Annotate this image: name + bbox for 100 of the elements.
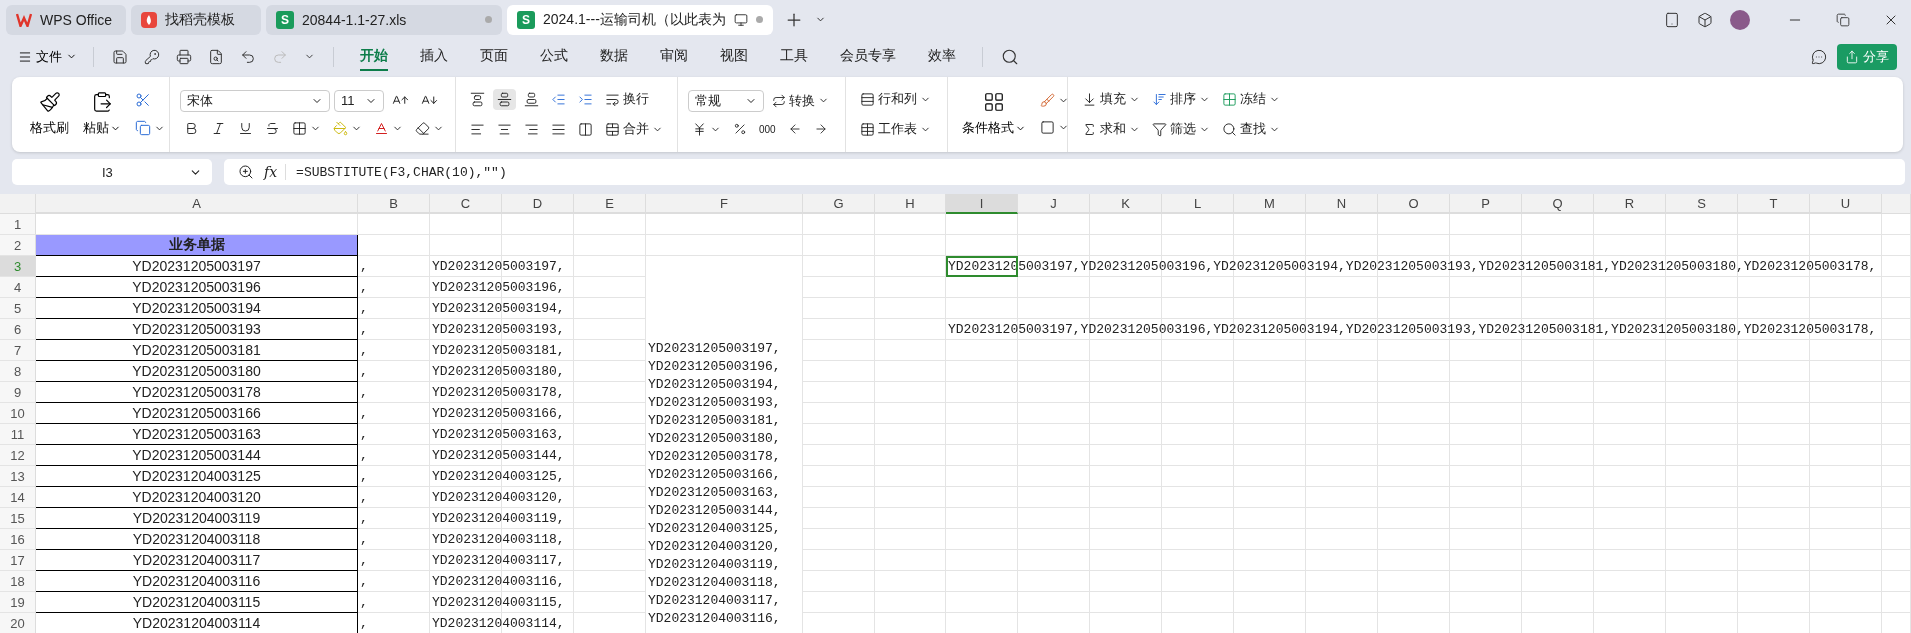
sort-button[interactable]: 排序 [1148,87,1214,112]
row-header[interactable]: 15 [0,508,36,530]
table-cell: , [358,487,430,509]
formula-text: =SUBSTITUTE(F3,CHAR(10),"") [296,164,507,180]
cell-text-line: YD20231205003196, [647,358,782,377]
sum-button[interactable]: 求和 [1078,117,1144,142]
document-tab[interactable]: S 20844-1.1-27.xls [266,4,502,35]
font-size-select[interactable]: 11 [334,89,384,112]
ribbon-tab[interactable]: 审阅 [660,42,688,71]
convert-button[interactable]: 转换 [768,88,833,113]
file-menu[interactable]: 文件 [14,45,81,68]
table-cell: YD20231205003194, [430,298,574,320]
table-cell: YD20231205003197, [430,256,574,278]
column-header[interactable]: U [1810,194,1882,215]
function-label[interactable]: fx [264,164,287,181]
conditional-format-button[interactable]: 条件格式 [958,89,1030,140]
row-header[interactable]: 11 [0,424,36,446]
row-header[interactable]: 14 [0,487,36,509]
row-header[interactable]: 12 [0,445,36,467]
font-name-select[interactable]: 宋体 [180,89,330,112]
ribbon-tab[interactable]: 插入 [420,42,448,71]
table-cell: , [358,571,430,593]
ribbon-tab[interactable]: 页面 [480,42,508,71]
row-header[interactable]: 6 [0,319,36,341]
cell-text-line: YD20231204003116, [647,610,782,629]
freeze-button[interactable]: 冻结 [1218,87,1284,112]
table-cell: , [358,340,430,362]
table-cell: YD20231205003180, [430,361,574,383]
column-header[interactable]: P [1450,194,1522,215]
name-box[interactable]: I3 [12,159,212,186]
cell-text-line: YD20231205003178, [647,448,782,467]
column-header[interactable]: F [646,194,803,215]
wrap-text-button[interactable]: 换行 [601,87,653,112]
document-tab[interactable]: S 2024.1---运输司机（以此表为 [507,4,773,35]
rows-columns-button[interactable]: 行和列 [856,87,935,112]
format-painter-button[interactable]: 格式刷 [26,89,73,140]
ribbon-tab[interactable]: 开始 [360,42,388,71]
row-header[interactable]: 9 [0,382,36,404]
find-button[interactable]: 查找 [1218,117,1284,142]
ribbon-tab[interactable]: 数据 [600,42,628,71]
cell-text-line: YD20231205003197, [647,340,782,359]
table-cell: YD20231204003115 [36,592,358,614]
ribbon-tab[interactable]: 视图 [720,42,748,71]
row-header[interactable]: 1 [0,214,36,236]
column-header[interactable]: K [1090,194,1162,215]
column-header[interactable]: T [1738,194,1810,215]
table-cell: YD20231204003118 [36,529,358,551]
document-tab[interactable]: 找稻壳模板 [131,4,261,35]
ribbon-tab[interactable]: 工具 [780,42,808,71]
row-header[interactable]: 5 [0,298,36,320]
row-header[interactable]: 19 [0,592,36,614]
row-header[interactable]: 18 [0,571,36,593]
row-header[interactable]: 20 [0,613,36,633]
column-header[interactable]: A [36,194,358,215]
column-header[interactable]: H [875,194,946,215]
row-header[interactable]: 10 [0,403,36,425]
merge-button[interactable]: 合并 [601,117,667,142]
table-cell: YD20231204003117 [36,550,358,572]
paste-button[interactable]: 粘贴 [79,89,125,140]
document-tab[interactable]: WPS Office [6,4,126,35]
row-header[interactable]: 4 [0,277,36,299]
column-header[interactable]: Q [1522,194,1594,215]
column-header[interactable]: R [1594,194,1666,215]
row-header[interactable]: 8 [0,361,36,383]
ribbon-tab[interactable]: 公式 [540,42,568,71]
filter-button[interactable]: 筛选 [1148,117,1214,142]
column-header[interactable]: J [1018,194,1090,215]
column-header[interactable]: D [502,194,574,215]
column-header[interactable]: G [803,194,875,215]
formula-field[interactable]: fx =SUBSTITUTE(F3,CHAR(10),"") [224,159,1905,186]
column-header[interactable]: L [1162,194,1234,215]
table-cell: YD20231205003193, [430,319,574,341]
table-cell: YD20231205003196, [430,277,574,299]
row-header[interactable]: 16 [0,529,36,551]
ribbon-tab[interactable]: 会员专享 [840,42,896,71]
number-format-select[interactable]: 常规 [688,89,764,112]
column-header[interactable]: B [358,194,430,215]
column-header[interactable]: E [574,194,646,215]
table-cell: , [358,466,430,488]
worksheet-button[interactable]: 工作表 [856,117,935,142]
thousands-button[interactable]: 000 [755,120,780,138]
column-header[interactable]: M [1234,194,1306,215]
tab-label: 20844-1.1-27.xls [302,11,408,28]
column-header[interactable]: O [1378,194,1450,215]
column-header[interactable]: I [946,194,1018,215]
table-cell: YD20231205003196 [36,277,358,299]
row-header[interactable]: 7 [0,340,36,362]
row-header[interactable]: 17 [0,550,36,572]
row-header[interactable]: 2 [0,235,36,257]
column-header[interactable]: C [430,194,502,215]
ribbon-tab[interactable]: 效率 [928,42,956,71]
table-cell: YD20231205003144, [430,445,574,467]
table-cell: YD20231204003116, [430,571,574,593]
column-header[interactable]: N [1306,194,1378,215]
fill-button[interactable]: 填充 [1078,87,1144,112]
column-header[interactable]: S [1666,194,1738,215]
share-button[interactable]: 分享 [1837,43,1897,70]
cell-text-line: YD20231205003166, [647,466,782,485]
row-header[interactable]: 13 [0,466,36,488]
table-cell: YD20231204003120, [430,487,574,509]
